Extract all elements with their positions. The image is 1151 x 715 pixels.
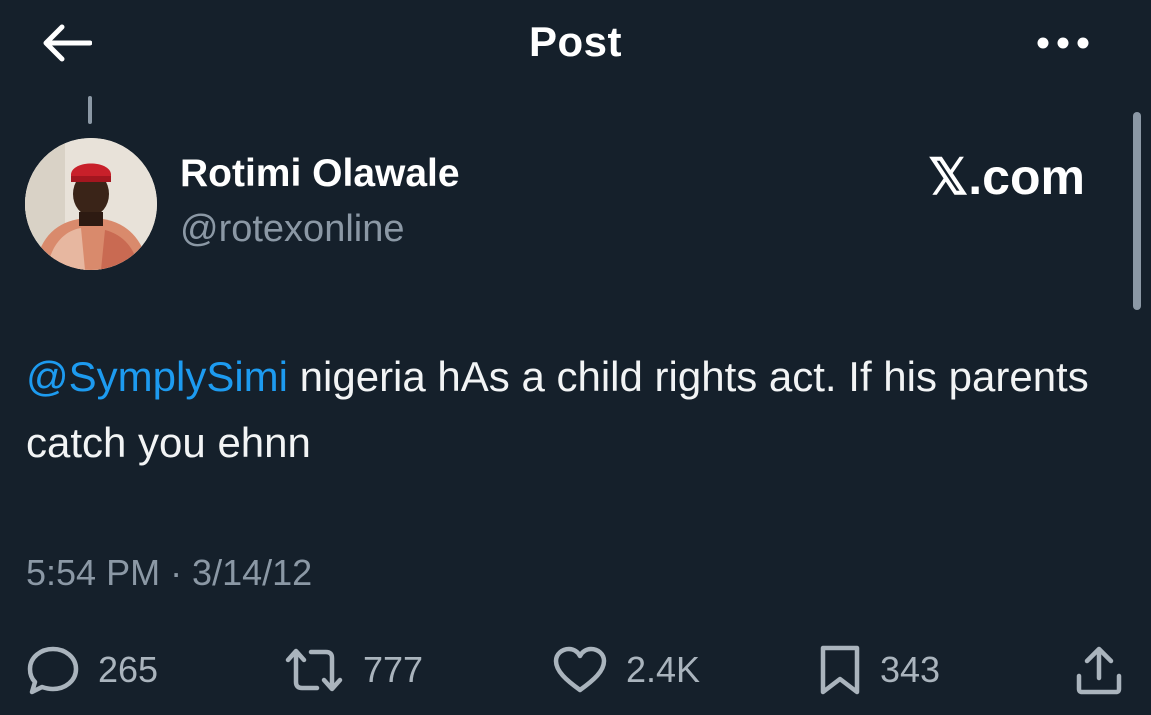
like-count: 2.4K [626, 649, 701, 690]
tweet-text: @SymplySimi nigeria hAs a child rights a… [26, 344, 1116, 476]
profile-photo [25, 138, 157, 270]
top-bar: Post [0, 0, 1151, 90]
bookmark-button[interactable]: 343 [818, 640, 940, 700]
reply-icon [27, 646, 79, 695]
bookmark-icon [820, 645, 860, 695]
avatar[interactable] [25, 138, 157, 270]
heart-icon [553, 646, 607, 693]
share-button[interactable] [1074, 640, 1124, 700]
thread-connector-line [88, 96, 92, 124]
repost-count: 777 [363, 649, 424, 690]
page-title: Post [528, 18, 622, 65]
share-icon [1076, 646, 1122, 695]
author-display-name[interactable]: Rotimi Olawale [180, 152, 460, 196]
author-handle[interactable]: @rotexonline [180, 208, 404, 251]
scrollbar[interactable] [1133, 112, 1141, 310]
mention-link[interactable]: @SymplySimi [26, 353, 288, 400]
x-com-watermark: 𝕏.com [928, 149, 1085, 205]
bookmark-count: 343 [880, 649, 941, 690]
repost-icon [285, 648, 343, 692]
more-dots-icon [1037, 37, 1089, 49]
timestamp[interactable]: 5:54 PM · 3/14/12 [26, 552, 312, 594]
reply-button[interactable]: 265 [26, 640, 158, 700]
more-options-button[interactable] [1028, 20, 1098, 66]
reply-count: 265 [98, 649, 159, 690]
repost-button[interactable]: 777 [283, 640, 423, 700]
like-button[interactable]: 2.4K [552, 640, 700, 700]
